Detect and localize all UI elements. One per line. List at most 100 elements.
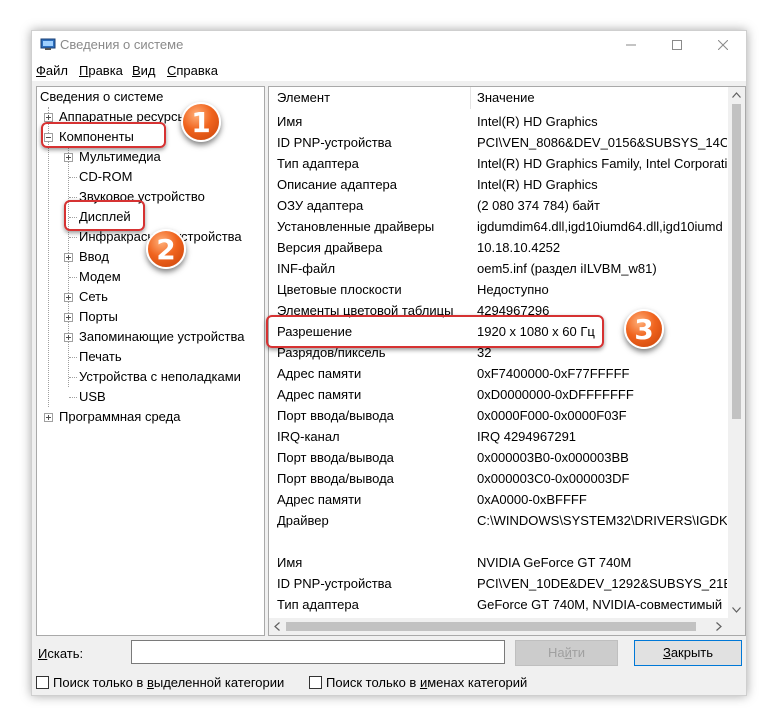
horizontal-scrollbar[interactable]: [269, 618, 728, 635]
maximize-icon: [672, 40, 682, 50]
table-row[interactable]: Адрес памяти 0xF7400000-0xF77FFFFF: [269, 363, 727, 384]
row-element: Порт ввода/вывода: [277, 471, 394, 486]
table-row[interactable]: Разрядов/пиксель 32: [269, 342, 727, 363]
table-row[interactable]: IRQ-канал IRQ 4294967291: [269, 426, 727, 447]
step-badge-1: 1: [181, 102, 221, 142]
expand-icon[interactable]: [64, 313, 73, 322]
table-row[interactable]: INF-файл oem5.inf (раздел iILVBM_w81): [269, 258, 727, 279]
row-value: C:\WINDOWS\SYSTEM32\DRIVERS\IGDKMD: [477, 513, 727, 528]
table-row[interactable]: ОЗУ адаптера (2 080 374 784) байт: [269, 195, 727, 216]
search-selected-category-label: Поиск только в выделенной категории: [53, 675, 285, 690]
expand-icon[interactable]: [44, 113, 53, 122]
minimize-button[interactable]: [608, 31, 654, 59]
row-element: Имя: [277, 555, 303, 570]
column-divider[interactable]: [470, 87, 471, 109]
search-selected-category-checkbox[interactable]: [36, 676, 49, 689]
table-row[interactable]: Имя NVIDIA GeForce GT 740M: [269, 552, 727, 573]
scroll-up-icon[interactable]: [732, 92, 741, 98]
table-row[interactable]: Установленные драйверы igdumdim64.dll,igd…: [269, 216, 727, 237]
menu-edit[interactable]: Правка: [79, 63, 123, 78]
table-row[interactable]: ID PNP-устройства PCI\VEN_10DE&DEV_1292&S…: [269, 573, 727, 594]
row-value: PCI\VEN_8086&DEV_0156&SUBSYS_14C710: [477, 135, 727, 150]
category-tree[interactable]: Сведения о системе Аппаратные ресурсы Ко…: [36, 86, 265, 636]
horizontal-scroll-thumb[interactable]: [286, 622, 696, 631]
row-value: igdumdim64.dll,igd10iumd64.dll,igd10iumd: [477, 219, 723, 234]
table-row[interactable]: Порт ввода/вывода 0x000003C0-0x000003DF: [269, 468, 727, 489]
scroll-right-icon[interactable]: [716, 622, 722, 631]
row-element: Установленные драйверы: [277, 219, 435, 234]
row-value: Intel(R) HD Graphics: [477, 177, 598, 192]
row-element: Порт ввода/вывода: [277, 450, 394, 465]
table-row[interactable]: Порт ввода/вывода 0x000003B0-0x000003BB: [269, 447, 727, 468]
vertical-scrollbar[interactable]: [728, 87, 745, 618]
row-value: Intel(R) HD Graphics Family, Intel Corpo…: [477, 156, 727, 171]
row-value: 0xD0000000-0xDFFFFFFF: [477, 387, 634, 402]
table-row[interactable]: Адрес памяти 0xA0000-0xBFFFF: [269, 489, 727, 510]
expand-icon[interactable]: [64, 333, 73, 342]
title-bar: Сведения о системе: [32, 31, 746, 59]
row-element: Элементы цветовой таблицы: [277, 303, 454, 318]
row-element: ID PNP-устройства: [277, 576, 392, 591]
details-list[interactable]: Элемент Значение Имя Intel(R) HD Graphics…: [268, 86, 746, 636]
menu-view[interactable]: Вид: [132, 63, 156, 78]
row-element: Драйвер: [277, 513, 329, 528]
row-element: Адрес памяти: [277, 366, 362, 381]
table-row[interactable]: Драйвер C:\WINDOWS\SYSTEM32\DRIVERS\IGDKM…: [269, 510, 727, 531]
row-element: Описание адаптера: [277, 177, 398, 192]
menu-file[interactable]: Файл: [36, 63, 68, 78]
table-row[interactable]: Порт ввода/вывода 0x0000F000-0x0000F03F: [269, 405, 727, 426]
row-value: PCI\VEN_10DE&DEV_1292&SUBSYS_21BA10: [477, 576, 727, 591]
system-information-window: Сведения о системе Файл Правка Вид Справ…: [31, 30, 747, 696]
row-value: NVIDIA GeForce GT 740M: [477, 555, 632, 570]
step-badge-2: 2: [146, 229, 186, 269]
table-row[interactable]: Цветовые плоскости Недоступно: [269, 279, 727, 300]
search-input[interactable]: [131, 640, 505, 664]
find-button[interactable]: Найти: [515, 640, 618, 666]
expand-icon[interactable]: [64, 293, 73, 302]
search-label: Искать:: [38, 646, 84, 661]
expand-icon[interactable]: [64, 153, 73, 162]
table-row[interactable]: Имя Intel(R) HD Graphics: [269, 111, 727, 132]
expand-icon[interactable]: [64, 253, 73, 262]
menu-help[interactable]: Справка: [167, 63, 218, 78]
row-value: 0x000003C0-0x000003DF: [477, 471, 630, 486]
vertical-scroll-thumb[interactable]: [732, 104, 741, 419]
row-value: 32: [477, 345, 492, 360]
row-value: GeForce GT 740M, NVIDIA-совместимый: [477, 597, 723, 612]
row-element: Адрес памяти: [277, 492, 362, 507]
row-element: Адрес памяти: [277, 387, 362, 402]
row-value: Недоступно: [477, 282, 549, 297]
scroll-corner: [728, 618, 745, 635]
expand-icon[interactable]: [44, 413, 53, 422]
row-element: Разрешение: [277, 324, 353, 339]
row-value: 0xF7400000-0xF77FFFFF: [477, 366, 630, 381]
row-element: IRQ-канал: [277, 429, 340, 444]
table-row[interactable]: ID PNP-устройства PCI\VEN_8086&DEV_0156&S…: [269, 132, 727, 153]
table-row[interactable]: Версия драйвера 10.18.10.4252: [269, 237, 727, 258]
row-value: Intel(R) HD Graphics: [477, 114, 598, 129]
row-value: 0x000003B0-0x000003BB: [477, 450, 629, 465]
row-element: Версия драйвера: [277, 240, 383, 255]
search-category-names-label: Поиск только в именах категорий: [326, 675, 528, 690]
scroll-left-icon[interactable]: [274, 622, 280, 631]
collapse-icon[interactable]: [44, 133, 53, 142]
maximize-button[interactable]: [654, 31, 700, 59]
column-header-element[interactable]: Элемент: [277, 87, 331, 109]
row-value: oem5.inf (раздел iILVBM_w81): [477, 261, 657, 276]
row-element: Имя: [277, 114, 303, 129]
row-value: IRQ 4294967291: [477, 429, 577, 444]
column-header-value[interactable]: Значение: [477, 87, 535, 109]
row-value: (2 080 374 784) байт: [477, 198, 600, 213]
close-button[interactable]: Закрыть: [634, 640, 742, 666]
table-row[interactable]: [269, 531, 727, 552]
table-row[interactable]: Тип адаптера GeForce GT 740M, NVIDIA-совм…: [269, 594, 727, 615]
scroll-down-icon[interactable]: [732, 607, 741, 613]
row-element: Разрядов/пиксель: [277, 345, 386, 360]
row-element: INF-файл: [277, 261, 336, 276]
close-window-button[interactable]: [700, 31, 746, 59]
row-element: Тип адаптера: [277, 597, 359, 612]
table-row[interactable]: Тип адаптера Intel(R) HD Graphics Family,…: [269, 153, 727, 174]
table-row[interactable]: Адрес памяти 0xD0000000-0xDFFFFFFF: [269, 384, 727, 405]
search-category-names-checkbox[interactable]: [309, 676, 322, 689]
table-row[interactable]: Описание адаптера Intel(R) HD Graphics: [269, 174, 727, 195]
